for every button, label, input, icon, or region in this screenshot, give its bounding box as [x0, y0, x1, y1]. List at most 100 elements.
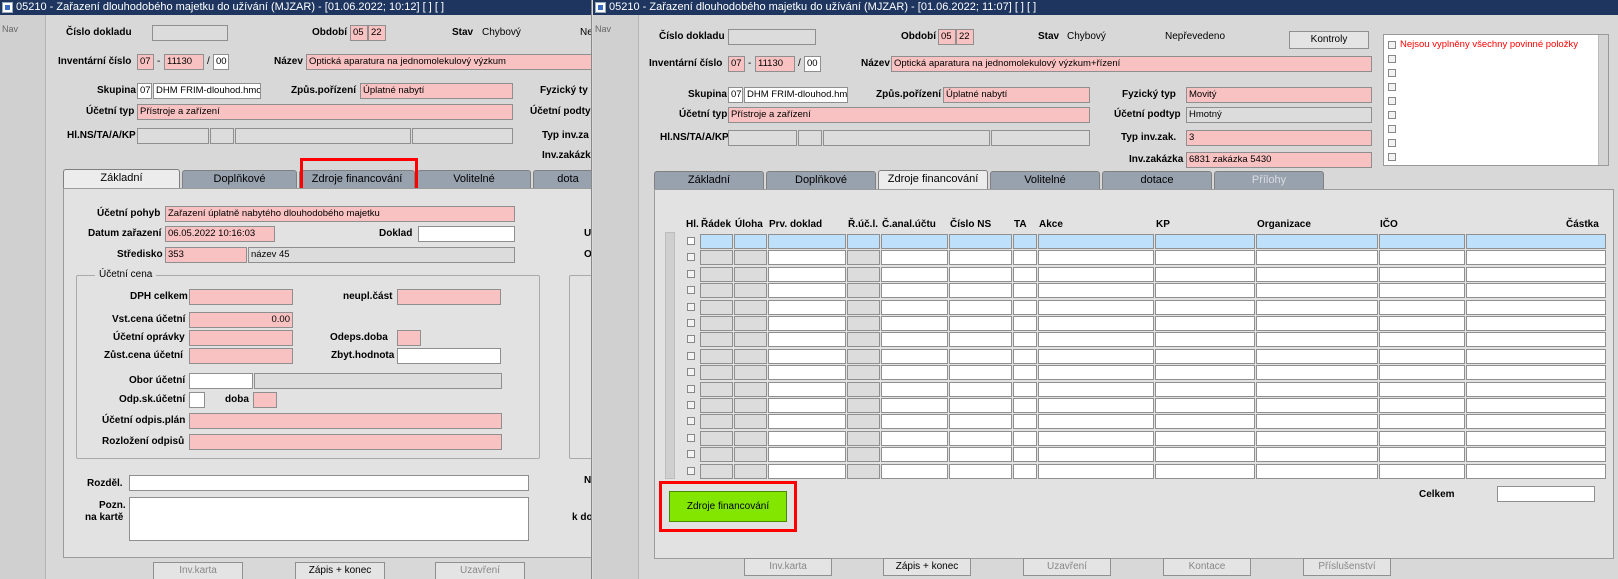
grid-cell[interactable] [847, 283, 880, 299]
table-row[interactable] [655, 316, 1615, 331]
grid-cell[interactable] [1256, 365, 1378, 381]
grid-cell[interactable] [881, 266, 948, 282]
grid-cell[interactable] [1013, 447, 1037, 463]
table-row[interactable] [655, 299, 1615, 315]
table-row[interactable] [655, 398, 1615, 413]
grid-cell[interactable] [881, 250, 948, 266]
grid-cell[interactable] [700, 365, 733, 381]
grid-cell[interactable] [881, 381, 948, 397]
grid-cell[interactable] [1155, 463, 1255, 479]
celkem-field[interactable] [1497, 486, 1595, 502]
grid-cell[interactable] [700, 381, 733, 397]
zpusob-field[interactable]: Úplatné nabytí [943, 87, 1090, 103]
grid-cell[interactable] [734, 447, 767, 463]
table-row[interactable] [655, 430, 1615, 446]
grid-cell[interactable] [700, 463, 733, 479]
grid-cell[interactable] [700, 299, 733, 315]
grid-cell[interactable] [847, 381, 880, 397]
dph-field[interactable] [189, 289, 293, 305]
grid-cell[interactable] [734, 332, 767, 348]
grid-cell[interactable] [1013, 250, 1037, 266]
grid-cell[interactable] [881, 414, 948, 430]
grid-cell[interactable] [847, 414, 880, 430]
grid-cell[interactable] [1466, 234, 1606, 249]
obdobi-month-field[interactable]: 05 [938, 29, 956, 45]
grid-cell[interactable] [1466, 447, 1606, 463]
inv-karta-button[interactable]: Inv.karta [153, 562, 243, 579]
grid-cell[interactable] [700, 348, 733, 364]
grid-cell[interactable] [1466, 283, 1606, 299]
zapis-konec-button[interactable]: Zápis + konec [883, 558, 971, 576]
grid-cell[interactable] [700, 250, 733, 266]
grid-cell[interactable] [768, 332, 846, 348]
grid-cell[interactable] [881, 365, 948, 381]
hlns-ta-field[interactable] [798, 130, 822, 146]
grid-cell[interactable] [1466, 398, 1606, 413]
hlns-kp-field[interactable] [991, 130, 1090, 146]
grid-cell[interactable] [1038, 316, 1154, 331]
grid-cell[interactable] [1013, 299, 1037, 315]
grid-cell[interactable] [700, 430, 733, 446]
error-list[interactable]: Nejsou vyplněny všechny povinné položky [1383, 34, 1609, 166]
grid-cell[interactable] [1155, 316, 1255, 331]
obdobi-month-field[interactable]: 05 [350, 25, 368, 41]
grid-cell[interactable] [1155, 348, 1255, 364]
grid-cell[interactable] [1466, 414, 1606, 430]
row-hl-checkbox[interactable] [687, 384, 695, 393]
grid-cell[interactable] [1155, 430, 1255, 446]
table-row[interactable] [655, 332, 1615, 348]
grid-cell[interactable] [1466, 348, 1606, 364]
grid-cell[interactable] [1038, 348, 1154, 364]
grid-cell[interactable] [1256, 283, 1378, 299]
grid-cell[interactable] [1466, 463, 1606, 479]
tab-zakladni[interactable]: Základní [654, 171, 764, 189]
tab-prilohy[interactable]: Přílohy [1214, 171, 1324, 189]
tab-dotace[interactable]: dotace [1102, 171, 1212, 189]
grid-cell[interactable] [1038, 447, 1154, 463]
nazev-field[interactable]: Optická aparatura na jednomolekulový výz… [891, 56, 1372, 72]
grid-cell[interactable] [1256, 348, 1378, 364]
grid-cell[interactable] [949, 332, 1012, 348]
grid-cell[interactable] [734, 299, 767, 315]
grid-cell[interactable] [734, 283, 767, 299]
grid-cell[interactable] [949, 447, 1012, 463]
grid-cell[interactable] [847, 299, 880, 315]
error-checkbox[interactable] [1388, 125, 1396, 133]
hlns-a-field[interactable] [823, 130, 990, 146]
error-list-scrollbar[interactable] [1598, 35, 1608, 165]
grid-cell[interactable] [700, 447, 733, 463]
grid-cell[interactable] [1379, 414, 1465, 430]
table-row[interactable] [655, 414, 1615, 430]
error-checkbox[interactable] [1388, 55, 1396, 63]
grid-cell[interactable] [768, 398, 846, 413]
row-hl-checkbox[interactable] [687, 417, 695, 426]
grid-cell[interactable] [1038, 332, 1154, 348]
table-row[interactable] [655, 348, 1615, 364]
grid-cell[interactable] [847, 463, 880, 479]
grid-cell[interactable] [1013, 348, 1037, 364]
grid-cell[interactable] [949, 365, 1012, 381]
grid-cell[interactable] [768, 463, 846, 479]
table-row[interactable] [655, 283, 1615, 299]
grid-cell[interactable] [881, 398, 948, 413]
grid-cell[interactable] [847, 365, 880, 381]
grid-cell[interactable] [1038, 234, 1154, 249]
grid-cell[interactable] [1466, 299, 1606, 315]
grid-cell[interactable] [734, 250, 767, 266]
cislo-dokladu-field[interactable] [152, 25, 228, 41]
row-hl-checkbox[interactable] [687, 450, 695, 459]
grid-cell[interactable] [1256, 332, 1378, 348]
grid-cell[interactable] [734, 414, 767, 430]
kontroly-button[interactable]: Kontroly [1289, 31, 1369, 49]
stredisko-name[interactable]: název 45 [248, 247, 515, 263]
neupl-field[interactable] [397, 289, 501, 305]
grid-cell[interactable] [768, 447, 846, 463]
grid-cell[interactable] [768, 299, 846, 315]
grid-cell[interactable] [1379, 283, 1465, 299]
grid-cell[interactable] [1256, 398, 1378, 413]
zpusob-field[interactable]: Úplatné nabytí [360, 83, 513, 99]
ucetni-typ-field[interactable]: Přístroje a zařízení [728, 107, 1090, 123]
opravky-field[interactable] [189, 330, 293, 346]
grid-cell[interactable] [1155, 447, 1255, 463]
obdobi-year-field[interactable]: 22 [956, 29, 974, 45]
